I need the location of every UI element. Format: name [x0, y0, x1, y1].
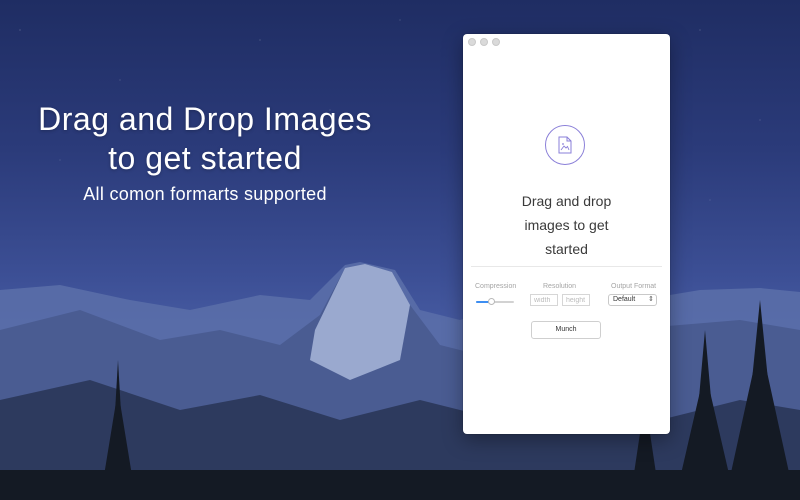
- drop-text-line1: Drag and drop: [521, 193, 612, 209]
- munch-button[interactable]: Munch: [531, 321, 601, 339]
- hero-title: Drag and Drop Images to get started: [0, 100, 410, 178]
- mountain-landscape: [0, 262, 800, 500]
- chevron-updown-icon: ⇕: [648, 296, 654, 303]
- minimize-window-button[interactable]: [480, 38, 488, 46]
- hero-subtitle: All comon formarts supported: [83, 184, 327, 205]
- hero-text: Drag and Drop Images to get started All …: [0, 100, 410, 205]
- hero-title-line2: to get started: [108, 140, 302, 177]
- slider-thumb[interactable]: [488, 298, 496, 305]
- width-input[interactable]: [530, 294, 558, 306]
- hero-title-line1: Drag and Drop Images: [38, 101, 372, 137]
- output-format-label: Output Format: [611, 283, 657, 290]
- drop-zone-text[interactable]: Drag and drop images to get started: [463, 189, 670, 261]
- window-titlebar[interactable]: [463, 34, 670, 48]
- resolution-label: Resolution: [543, 283, 577, 290]
- zoom-window-button[interactable]: [492, 38, 500, 46]
- drop-text-line3: started: [545, 241, 588, 257]
- app-window: Drag and drop images to get started Comp…: [463, 34, 670, 434]
- compression-slider[interactable]: [476, 298, 514, 306]
- height-input[interactable]: [562, 294, 590, 306]
- output-format-select[interactable]: Default ⇕: [608, 294, 657, 306]
- close-window-button[interactable]: [468, 38, 476, 46]
- image-file-icon: [545, 125, 585, 165]
- compression-label: Compression: [475, 283, 517, 290]
- divider: [471, 266, 662, 267]
- drop-text-line2: images to get: [524, 217, 609, 233]
- window-controls: [468, 38, 500, 46]
- output-format-value: Default: [613, 296, 636, 303]
